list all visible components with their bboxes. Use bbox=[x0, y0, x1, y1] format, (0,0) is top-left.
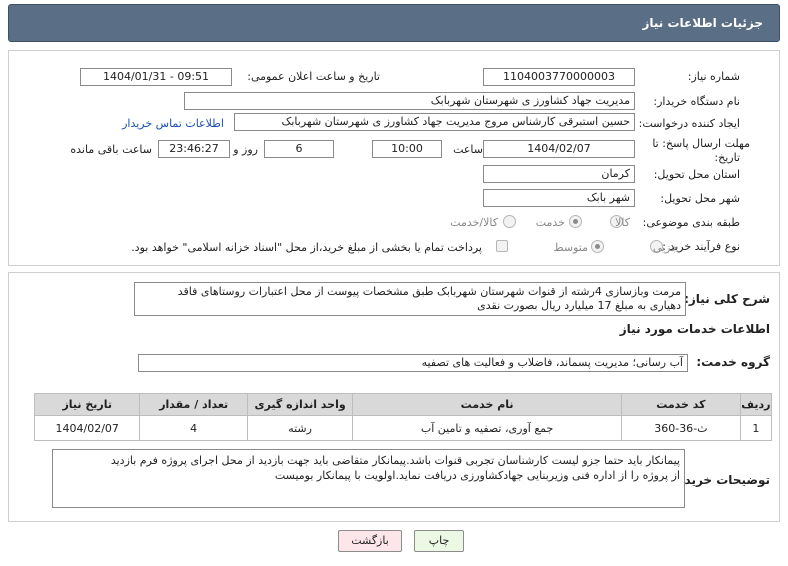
treasury-payment-note: پرداخت تمام یا بخشی از مبلغ خرید،از محل … bbox=[131, 241, 482, 254]
table-row: 1 ث-36-360 جمع آوری، تصفیه و تامین آب رش… bbox=[33, 415, 773, 441]
col-quantity: تعداد / مقدار bbox=[139, 393, 248, 416]
cell-quantity: 4 bbox=[139, 415, 248, 441]
col-unit: واحد اندازه گیری bbox=[246, 393, 354, 416]
city-label: شهر محل تحویل: bbox=[660, 192, 740, 205]
remaining-time-label: ساعت باقی مانده bbox=[70, 143, 152, 156]
category-label: طبقه بندی موضوعی: bbox=[642, 216, 740, 229]
deadline-label-line1: مهلت ارسال پاسخ: تا bbox=[652, 137, 750, 150]
remaining-days-field: 6 bbox=[264, 140, 334, 158]
back-button[interactable]: بازگشت bbox=[338, 530, 402, 552]
process-radio-medium[interactable] bbox=[591, 240, 604, 253]
announce-date-field: 1404/01/31 - 09:51 bbox=[80, 68, 232, 86]
cell-service-code: ث-36-360 bbox=[620, 415, 741, 441]
deadline-time-field: 10:00 bbox=[372, 140, 442, 158]
page-title: جزئیات اطلاعات نیاز bbox=[642, 16, 763, 30]
description-line-2: دهیاری به مبلغ 17 میلیارد ریال بصورت نقد… bbox=[477, 299, 681, 312]
category-option-service: خدمت bbox=[535, 216, 565, 229]
cell-need-date: 1404/02/07 bbox=[33, 415, 141, 441]
remaining-time-field: 23:46:27 bbox=[158, 140, 230, 158]
category-radio-goods-service[interactable] bbox=[503, 215, 516, 228]
creator-field: حسین استبرقی کارشناس مروج مدیریت جهاد کش… bbox=[234, 113, 635, 131]
buyer-contact-link[interactable]: اطلاعات تماس خریدار bbox=[122, 117, 224, 130]
buyer-org-label: نام دستگاه خریدار: bbox=[653, 95, 740, 108]
buyer-notes-textarea: پیمانکار باید حتما جزو لیست کارشناسان تج… bbox=[52, 449, 685, 508]
col-row-number: ردیف bbox=[739, 393, 773, 416]
cell-service-name: جمع آوری، تصفیه و تامین آب bbox=[352, 415, 622, 441]
category-radio-service[interactable] bbox=[569, 215, 582, 228]
col-service-name: نام خدمت bbox=[352, 393, 622, 416]
deadline-label-line2: تاریخ: bbox=[714, 151, 740, 164]
buyer-notes-line-2: از پروژه را از اداره فنی وزیربنایی جهادک… bbox=[274, 469, 680, 482]
deadline-time-label: ساعت bbox=[453, 143, 483, 156]
cell-unit: رشته bbox=[246, 415, 354, 441]
need-number-field: 1104003770000003 bbox=[483, 68, 635, 86]
services-table-header-row: ردیف کد خدمت نام خدمت واحد اندازه گیری ت… bbox=[33, 393, 773, 416]
description-label: شرح کلی نیاز: bbox=[684, 292, 770, 306]
services-table: ردیف کد خدمت نام خدمت واحد اندازه گیری ت… bbox=[33, 393, 773, 441]
province-label: استان محل تحویل: bbox=[653, 168, 740, 181]
city-field: شهر بابک bbox=[483, 189, 635, 207]
creator-label: ایجاد کننده درخواست: bbox=[638, 117, 740, 130]
description-line-1: مرمت وبازسازی 4رشته از قنوات شهرستان شهر… bbox=[177, 285, 681, 298]
announce-date-label: تاریخ و ساعت اعلان عمومی: bbox=[247, 70, 380, 83]
category-option-goods: کالا bbox=[615, 216, 630, 229]
buyer-notes-line-1: پیمانکار باید حتما جزو لیست کارشناسان تج… bbox=[110, 454, 680, 467]
days-label: روز و bbox=[233, 143, 258, 156]
description-textarea: مرمت وبازسازی 4رشته از قنوات شهرستان شهر… bbox=[134, 282, 686, 316]
services-section-title: اطلاعات خدمات مورد نیاز bbox=[619, 322, 770, 336]
treasury-payment-checkbox[interactable] bbox=[496, 240, 508, 252]
col-need-date: تاریخ نیاز bbox=[33, 393, 141, 416]
buyer-org-field: مدیریت جهاد کشاورز ی شهرستان شهربابک bbox=[184, 92, 635, 110]
service-group-field: آب رسانی؛ مدیریت پسماند، فاضلاب و فعالیت… bbox=[138, 354, 688, 372]
process-option-medium: متوسط bbox=[553, 241, 588, 254]
category-option-goods-service: کالا/خدمت bbox=[450, 216, 498, 229]
deadline-date-field: 1404/02/07 bbox=[483, 140, 635, 158]
province-field: کرمان bbox=[483, 165, 635, 183]
cell-row-number: 1 bbox=[739, 415, 773, 441]
col-service-code: کد خدمت bbox=[620, 393, 741, 416]
process-option-minor: جزیی bbox=[652, 241, 678, 254]
need-number-label: شماره نیاز: bbox=[687, 70, 740, 83]
page-title-bar: جزئیات اطلاعات نیاز bbox=[8, 4, 780, 42]
service-group-label: گروه خدمت: bbox=[696, 355, 770, 369]
print-button[interactable]: چاپ bbox=[414, 530, 464, 552]
